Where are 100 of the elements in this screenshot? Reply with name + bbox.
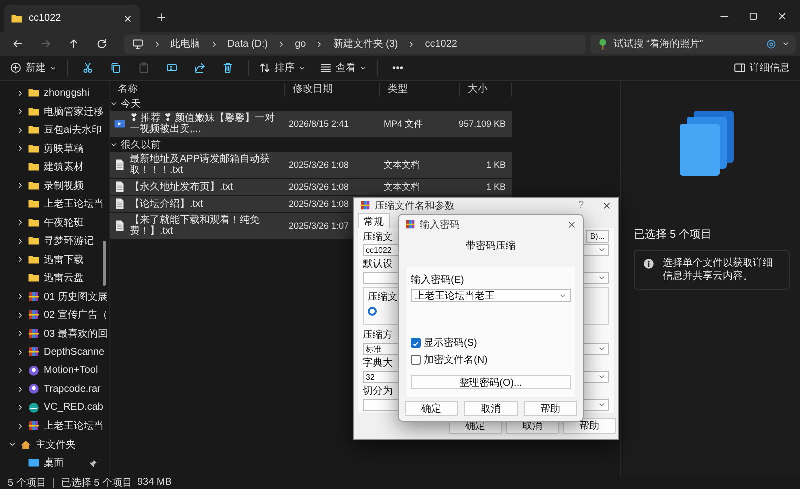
breadcrumb-item[interactable]: Data (D:) — [228, 38, 268, 50]
checkbox[interactable] — [411, 355, 421, 365]
dialog-button[interactable]: 帮助 — [563, 418, 616, 434]
sidebar-item[interactable]: 寻梦环游记 — [28, 234, 94, 248]
modified-date: 2026/8/15 2:41 — [288, 119, 350, 129]
breadcrumb-item[interactable]: 此电脑 — [170, 37, 201, 51]
search-field[interactable]: 试试搜 “看海的照片” — [614, 38, 762, 50]
sidebar-item[interactable]: Trapcode.rar — [28, 383, 101, 396]
details-button[interactable]: 详细信息 — [730, 59, 794, 77]
sidebar-item[interactable]: 迅雷云盘 — [28, 271, 84, 286]
file-row[interactable]: ❣ 推荐 ❣ 颜值嫩妹【馨馨】一对一视频被出卖,... 2026/8/15 2:41 MP4 文件 957,109 KB — [110, 111, 512, 137]
clipboard-icon[interactable] — [138, 62, 150, 74]
tab[interactable]: cc1022 — [4, 5, 140, 32]
chevron-right-icon[interactable] — [16, 126, 25, 135]
sidebar-item[interactable]: VC_RED.cab — [28, 402, 104, 414]
sidebar-item[interactable]: 迅雷下载 — [28, 252, 84, 267]
column-header[interactable]: 名称 — [110, 83, 285, 97]
sidebar-item[interactable]: 01 历史图文展 — [28, 290, 108, 304]
file-type: 文本文档 — [383, 180, 420, 194]
dialog-button[interactable]: 确定 — [405, 401, 458, 416]
sidebar-item[interactable]: Motion+Tool — [28, 364, 98, 377]
document-icon — [114, 220, 126, 232]
new-button[interactable]: 新建 — [6, 59, 61, 77]
share-icon[interactable] — [194, 62, 206, 74]
dialog-button[interactable]: 帮助 — [524, 401, 577, 416]
column-header[interactable]: 修改日期 — [285, 83, 380, 97]
organize-passwords-button[interactable]: 整理密码(O)... — [411, 375, 571, 389]
chevron-right-icon[interactable] — [16, 107, 25, 116]
chevron-right-icon[interactable] — [16, 236, 25, 246]
scissors-icon[interactable] — [82, 62, 94, 74]
sort-button[interactable]: 排序 — [255, 59, 310, 77]
folder-icon — [28, 235, 40, 248]
archive-icon — [28, 346, 40, 358]
chevron-right-icon[interactable] — [16, 181, 25, 190]
chevron-right-icon[interactable] — [16, 384, 25, 394]
sidebar-item[interactable]: 上老王论坛当 — [28, 197, 104, 212]
chevron-right-icon[interactable] — [16, 422, 25, 431]
file-name: 【来了就能下载和观看！纯免费！】.txt — [130, 215, 261, 237]
breadcrumb-item[interactable]: 新建文件夹 (3) — [333, 37, 398, 51]
file-row[interactable]: 【永久地址发布页】.txt 2025/3/26 1:08 文本文档 1 KB — [110, 179, 512, 195]
close-icon[interactable] — [602, 200, 612, 210]
sidebar-item[interactable]: 午夜轮班 — [28, 216, 84, 230]
password-combo-box[interactable]: 上老王论坛当老王 — [411, 289, 571, 302]
breadcrumb-item[interactable]: cc1022 — [425, 38, 458, 50]
pin-icon[interactable] — [89, 458, 98, 468]
sidebar-item[interactable]: 02 宣传广告（ — [28, 308, 108, 322]
chevron-right-icon[interactable] — [16, 255, 25, 264]
copy-icon[interactable] — [110, 62, 122, 74]
sidebar-item[interactable]: 剪映草稿 — [28, 142, 84, 156]
dialog-button[interactable]: 取消 — [464, 401, 518, 416]
view-button[interactable]: 查看 — [316, 59, 371, 77]
search-box[interactable]: 试试搜 “看海的照片” — [590, 34, 796, 54]
text-box-icon[interactable] — [166, 62, 178, 74]
home-icon — [20, 438, 32, 451]
caret-down-icon[interactable] — [782, 40, 790, 48]
monitor-icon[interactable] — [132, 38, 144, 50]
sidebar-item[interactable]: 录制视频 — [28, 178, 84, 193]
close-icon[interactable] — [777, 10, 788, 22]
chevron-right-icon[interactable] — [16, 292, 25, 302]
sidebar-item[interactable]: 上老王论坛当 — [28, 419, 104, 434]
sidebar-item[interactable]: 03 最喜欢的回 — [28, 326, 108, 341]
chevron-right-icon[interactable] — [16, 310, 25, 320]
sidebar-item[interactable]: 桌面 — [28, 456, 64, 470]
address-bar[interactable]: 此电脑 Data (D:) go 新建文件夹 (3) cc1022 — [124, 34, 586, 54]
document-icon — [114, 159, 126, 171]
checkbox-label: 加密文件名(N) — [424, 354, 488, 367]
chevron-right-icon[interactable] — [16, 366, 25, 376]
tab[interactable]: 常规 — [358, 213, 390, 228]
plus-icon[interactable] — [156, 12, 167, 23]
chevron-right-icon[interactable] — [16, 403, 25, 412]
maximize-icon[interactable] — [748, 10, 759, 22]
chevron-right-icon[interactable] — [16, 218, 25, 228]
chevron-down-icon[interactable] — [110, 141, 118, 149]
sidebar-item[interactable]: 主文件夹 — [20, 438, 76, 452]
browse-button[interactable]: B)... — [586, 230, 609, 243]
column-header[interactable]: 类型 — [380, 83, 460, 97]
radio-button[interactable] — [368, 307, 377, 316]
sidebar-item[interactable]: zhonggshi — [28, 87, 90, 100]
chevron-right-icon[interactable] — [16, 88, 25, 98]
sidebar-item[interactable]: 豆包ai去水印 — [28, 123, 102, 138]
caret-down-icon — [598, 345, 606, 353]
dialog-heading: 带密码压缩 — [465, 240, 517, 253]
chevron-right-icon[interactable] — [16, 144, 25, 154]
column-header[interactable]: 大小 — [460, 83, 512, 97]
close-icon[interactable] — [123, 14, 133, 24]
trash-icon[interactable] — [222, 62, 234, 74]
sidebar-item[interactable]: 电脑管家迁移 — [28, 104, 104, 119]
scrollbar-thumb[interactable] — [103, 241, 106, 286]
file-row[interactable]: 最新地址及APP请发邮箱自动获取！！！.txt 2025/3/26 1:08 文本文档 1 KB — [110, 152, 512, 178]
sidebar-item[interactable]: 建筑素材 — [28, 160, 84, 174]
archive-icon — [28, 420, 40, 432]
sidebar-item[interactable]: DepthScanne — [28, 346, 105, 358]
close-icon[interactable] — [567, 220, 577, 230]
breadcrumb-item[interactable]: go — [295, 38, 306, 50]
ring-icon[interactable] — [766, 38, 778, 50]
chevron-right-icon[interactable] — [16, 329, 25, 338]
chevron-down-icon[interactable] — [110, 100, 118, 108]
chevron-right-icon[interactable] — [16, 348, 25, 357]
checkbox[interactable] — [411, 338, 421, 348]
modified-date: 2025/3/26 1:08 — [288, 160, 350, 170]
